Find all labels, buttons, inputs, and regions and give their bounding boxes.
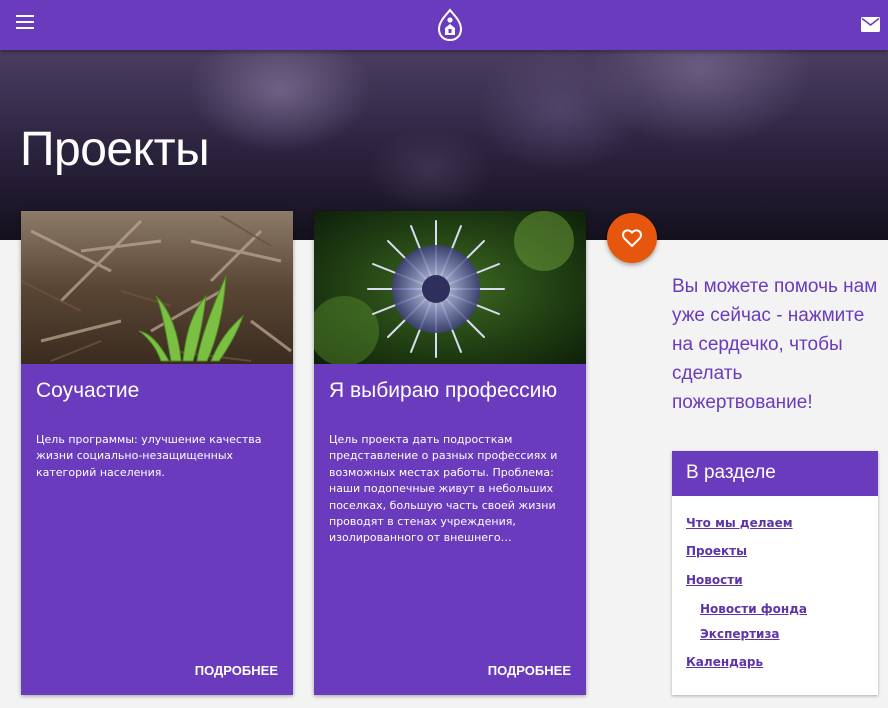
envelope-icon[interactable] [861, 17, 880, 32]
heart-icon [622, 229, 642, 247]
project-title[interactable]: Я выбираю профессию [329, 379, 557, 403]
donate-heart-button[interactable] [607, 213, 657, 263]
section-title: В разделе [672, 451, 878, 496]
section-link-what-we-do[interactable]: Что мы делаем [686, 516, 793, 530]
section-link-expertise[interactable]: Экспертиза [700, 627, 780, 641]
page-title: Проекты [20, 123, 210, 176]
more-link[interactable]: ПОДРОБНЕЕ [195, 663, 278, 678]
section-link-fund-news[interactable]: Новости фонда [700, 602, 807, 616]
more-link[interactable]: ПОДРОБНЕЕ [488, 663, 571, 678]
project-card-profession[interactable]: Я выбираю профессию Цель проекта дать по… [314, 211, 586, 695]
top-bar [0, 0, 888, 50]
project-description: Цель программы: улучшение качества жизни… [36, 433, 262, 479]
section-nav-panel: В разделе Что мы делаем Проекты Новости … [672, 451, 878, 695]
hamburger-menu-icon[interactable] [16, 15, 34, 29]
section-link-projects[interactable]: Проекты [686, 544, 747, 558]
sprouts-photo [21, 211, 293, 364]
globe-thistle-photo [314, 211, 586, 364]
hand-drop-logo-icon[interactable] [436, 8, 464, 42]
project-card-souchastie[interactable]: Соучастие Цель программы: улучшение каче… [21, 211, 293, 695]
project-title[interactable]: Соучастие [36, 379, 139, 403]
project-description: Цель проекта дать подросткам представлен… [329, 433, 558, 545]
section-link-calendar[interactable]: Календарь [686, 655, 763, 669]
section-link-news[interactable]: Новости [686, 573, 743, 587]
donate-call-to-action: Вы можете помочь нам уже сейчас - нажмит… [672, 276, 878, 413]
